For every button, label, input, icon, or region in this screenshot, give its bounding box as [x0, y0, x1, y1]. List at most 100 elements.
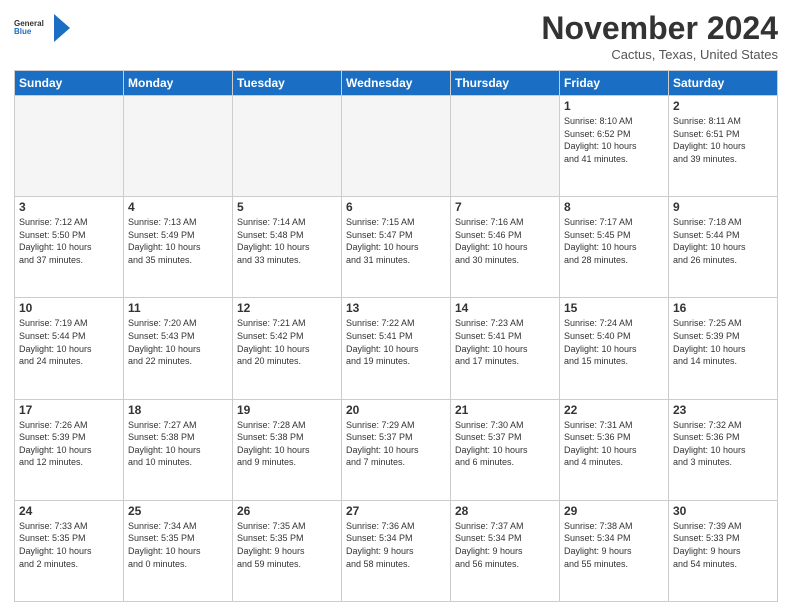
- logo-arrow: [52, 10, 72, 46]
- table-row: 7 Sunrise: 7:16 AM Sunset: 5:46 PM Daylig…: [451, 197, 560, 298]
- day-info: Sunrise: 7:25 AM Sunset: 5:39 PM Dayligh…: [673, 317, 773, 367]
- day-info: Sunrise: 7:26 AM Sunset: 5:39 PM Dayligh…: [19, 419, 119, 469]
- day-number: 23: [673, 403, 773, 417]
- table-row: 4 Sunrise: 7:13 AM Sunset: 5:49 PM Daylig…: [124, 197, 233, 298]
- day-info: Sunrise: 7:15 AM Sunset: 5:47 PM Dayligh…: [346, 216, 446, 266]
- day-number: 4: [128, 200, 228, 214]
- day-number: 7: [455, 200, 555, 214]
- table-row: 19 Sunrise: 7:28 AM Sunset: 5:38 PM Dayli…: [233, 399, 342, 500]
- day-number: 21: [455, 403, 555, 417]
- day-number: 10: [19, 301, 119, 315]
- day-info: Sunrise: 8:11 AM Sunset: 6:51 PM Dayligh…: [673, 115, 773, 165]
- calendar-week-row: 17 Sunrise: 7:26 AM Sunset: 5:39 PM Dayli…: [15, 399, 778, 500]
- day-number: 20: [346, 403, 446, 417]
- logo: General Blue: [14, 10, 72, 46]
- day-info: Sunrise: 7:39 AM Sunset: 5:33 PM Dayligh…: [673, 520, 773, 570]
- day-number: 2: [673, 99, 773, 113]
- day-info: Sunrise: 7:31 AM Sunset: 5:36 PM Dayligh…: [564, 419, 664, 469]
- col-tuesday: Tuesday: [233, 71, 342, 96]
- logo-svg: General Blue: [14, 10, 50, 46]
- day-info: Sunrise: 7:37 AM Sunset: 5:34 PM Dayligh…: [455, 520, 555, 570]
- day-number: 16: [673, 301, 773, 315]
- day-number: 29: [564, 504, 664, 518]
- table-row: 24Sunrise: 7:33 AM Sunset: 5:35 PM Dayli…: [15, 500, 124, 601]
- table-row: 11 Sunrise: 7:20 AM Sunset: 5:43 PM Dayli…: [124, 298, 233, 399]
- day-number: 19: [237, 403, 337, 417]
- table-row: [233, 96, 342, 197]
- table-row: [451, 96, 560, 197]
- day-number: 14: [455, 301, 555, 315]
- day-info: Sunrise: 7:30 AM Sunset: 5:37 PM Dayligh…: [455, 419, 555, 469]
- location: Cactus, Texas, United States: [541, 47, 778, 62]
- calendar-week-row: 3Sunrise: 7:12 AM Sunset: 5:50 PM Daylig…: [15, 197, 778, 298]
- table-row: [342, 96, 451, 197]
- day-info: Sunrise: 7:38 AM Sunset: 5:34 PM Dayligh…: [564, 520, 664, 570]
- calendar-header-row: Sunday Monday Tuesday Wednesday Thursday…: [15, 71, 778, 96]
- day-number: 18: [128, 403, 228, 417]
- day-info: Sunrise: 7:19 AM Sunset: 5:44 PM Dayligh…: [19, 317, 119, 367]
- table-row: 16 Sunrise: 7:25 AM Sunset: 5:39 PM Dayli…: [669, 298, 778, 399]
- col-saturday: Saturday: [669, 71, 778, 96]
- day-number: 8: [564, 200, 664, 214]
- day-number: 9: [673, 200, 773, 214]
- day-info: Sunrise: 7:23 AM Sunset: 5:41 PM Dayligh…: [455, 317, 555, 367]
- table-row: 28 Sunrise: 7:37 AM Sunset: 5:34 PM Dayli…: [451, 500, 560, 601]
- day-number: 25: [128, 504, 228, 518]
- day-info: Sunrise: 7:13 AM Sunset: 5:49 PM Dayligh…: [128, 216, 228, 266]
- day-info: Sunrise: 7:34 AM Sunset: 5:35 PM Dayligh…: [128, 520, 228, 570]
- day-info: Sunrise: 7:14 AM Sunset: 5:48 PM Dayligh…: [237, 216, 337, 266]
- day-info: Sunrise: 7:20 AM Sunset: 5:43 PM Dayligh…: [128, 317, 228, 367]
- calendar-week-row: 10 Sunrise: 7:19 AM Sunset: 5:44 PM Dayli…: [15, 298, 778, 399]
- day-number: 12: [237, 301, 337, 315]
- day-info: Sunrise: 7:24 AM Sunset: 5:40 PM Dayligh…: [564, 317, 664, 367]
- day-info: Sunrise: 7:32 AM Sunset: 5:36 PM Dayligh…: [673, 419, 773, 469]
- table-row: 12 Sunrise: 7:21 AM Sunset: 5:42 PM Dayli…: [233, 298, 342, 399]
- table-row: 1Sunrise: 8:10 AM Sunset: 6:52 PM Daylig…: [560, 96, 669, 197]
- title-block: November 2024 Cactus, Texas, United Stat…: [541, 10, 778, 62]
- day-number: 15: [564, 301, 664, 315]
- table-row: 27 Sunrise: 7:36 AM Sunset: 5:34 PM Dayli…: [342, 500, 451, 601]
- month-title: November 2024: [541, 10, 778, 47]
- table-row: 6 Sunrise: 7:15 AM Sunset: 5:47 PM Daylig…: [342, 197, 451, 298]
- day-number: 22: [564, 403, 664, 417]
- day-number: 17: [19, 403, 119, 417]
- table-row: 5 Sunrise: 7:14 AM Sunset: 5:48 PM Daylig…: [233, 197, 342, 298]
- table-row: 20 Sunrise: 7:29 AM Sunset: 5:37 PM Dayli…: [342, 399, 451, 500]
- table-row: 18 Sunrise: 7:27 AM Sunset: 5:38 PM Dayli…: [124, 399, 233, 500]
- day-info: Sunrise: 7:18 AM Sunset: 5:44 PM Dayligh…: [673, 216, 773, 266]
- calendar-week-row: 24Sunrise: 7:33 AM Sunset: 5:35 PM Dayli…: [15, 500, 778, 601]
- day-number: 1: [564, 99, 664, 113]
- table-row: 14 Sunrise: 7:23 AM Sunset: 5:41 PM Dayli…: [451, 298, 560, 399]
- day-info: Sunrise: 7:27 AM Sunset: 5:38 PM Dayligh…: [128, 419, 228, 469]
- day-number: 5: [237, 200, 337, 214]
- day-info: Sunrise: 7:12 AM Sunset: 5:50 PM Dayligh…: [19, 216, 119, 266]
- day-info: Sunrise: 7:29 AM Sunset: 5:37 PM Dayligh…: [346, 419, 446, 469]
- day-number: 28: [455, 504, 555, 518]
- day-number: 13: [346, 301, 446, 315]
- table-row: 26Sunrise: 7:35 AM Sunset: 5:35 PM Dayli…: [233, 500, 342, 601]
- table-row: 21 Sunrise: 7:30 AM Sunset: 5:37 PM Dayli…: [451, 399, 560, 500]
- table-row: 25 Sunrise: 7:34 AM Sunset: 5:35 PM Dayli…: [124, 500, 233, 601]
- day-info: Sunrise: 7:35 AM Sunset: 5:35 PM Dayligh…: [237, 520, 337, 570]
- table-row: 22 Sunrise: 7:31 AM Sunset: 5:36 PM Dayli…: [560, 399, 669, 500]
- table-row: 9 Sunrise: 7:18 AM Sunset: 5:44 PM Daylig…: [669, 197, 778, 298]
- table-row: 30 Sunrise: 7:39 AM Sunset: 5:33 PM Dayli…: [669, 500, 778, 601]
- day-info: Sunrise: 7:36 AM Sunset: 5:34 PM Dayligh…: [346, 520, 446, 570]
- day-number: 27: [346, 504, 446, 518]
- col-sunday: Sunday: [15, 71, 124, 96]
- day-info: Sunrise: 7:17 AM Sunset: 5:45 PM Dayligh…: [564, 216, 664, 266]
- table-row: 2 Sunrise: 8:11 AM Sunset: 6:51 PM Daylig…: [669, 96, 778, 197]
- svg-text:Blue: Blue: [14, 27, 32, 36]
- table-row: 29 Sunrise: 7:38 AM Sunset: 5:34 PM Dayli…: [560, 500, 669, 601]
- day-info: Sunrise: 7:28 AM Sunset: 5:38 PM Dayligh…: [237, 419, 337, 469]
- day-number: 11: [128, 301, 228, 315]
- day-info: Sunrise: 7:21 AM Sunset: 5:42 PM Dayligh…: [237, 317, 337, 367]
- day-info: Sunrise: 7:16 AM Sunset: 5:46 PM Dayligh…: [455, 216, 555, 266]
- day-number: 30: [673, 504, 773, 518]
- col-wednesday: Wednesday: [342, 71, 451, 96]
- table-row: [124, 96, 233, 197]
- col-monday: Monday: [124, 71, 233, 96]
- day-number: 24: [19, 504, 119, 518]
- table-row: 3Sunrise: 7:12 AM Sunset: 5:50 PM Daylig…: [15, 197, 124, 298]
- day-number: 6: [346, 200, 446, 214]
